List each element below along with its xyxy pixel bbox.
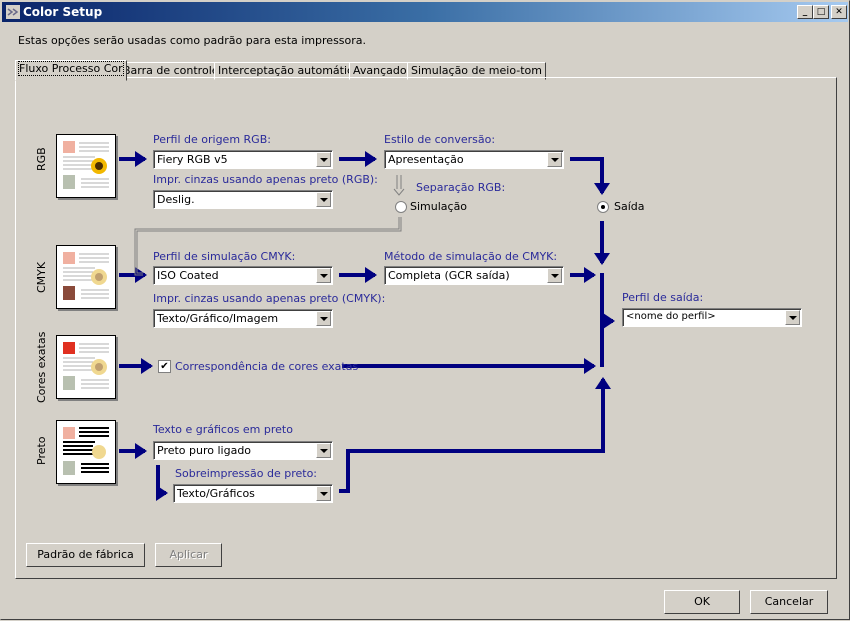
chevron-down-icon[interactable] <box>316 443 331 458</box>
color-setup-window: Color Setup _ □ ✕ Estas opções serão usa… <box>0 0 850 620</box>
rgb-gray-black-select[interactable]: Deslig. <box>153 190 333 209</box>
black-text-graphics-select[interactable]: Preto puro ligado <box>153 441 333 460</box>
rgb-document-thumbnail <box>56 134 116 198</box>
chevron-down-icon[interactable] <box>547 152 562 167</box>
rgb-separation-label: Separação RGB: <box>416 181 506 194</box>
rgb-document-icon <box>63 141 109 189</box>
radio-simulation[interactable] <box>395 201 407 213</box>
output-profile-select[interactable]: <nome do perfil> <box>622 308 802 327</box>
chevron-down-icon[interactable] <box>785 310 800 325</box>
rendering-style-label: Estilo de conversão: <box>384 133 496 146</box>
chevron-down-icon[interactable] <box>547 268 562 283</box>
row-label-cores-exatas: Cores exatas <box>35 331 48 403</box>
cmyk-gray-black-label: Impr. cinzas usando apenas preto (CMYK): <box>153 292 386 305</box>
spot-document-icon <box>63 342 109 390</box>
checkmark-icon: ✔ <box>160 361 169 372</box>
ok-button[interactable]: OK <box>664 590 740 614</box>
chevron-down-icon[interactable] <box>316 486 331 501</box>
cancel-button[interactable]: Cancelar <box>750 590 828 614</box>
arrow-text-to-overprint <box>156 465 168 501</box>
chevron-down-icon[interactable] <box>316 268 331 283</box>
factory-default-button[interactable]: Padrão de fábrica <box>26 543 145 567</box>
row-label-preto: Preto <box>35 436 48 465</box>
rendering-style-select[interactable]: Apresentação <box>384 150 564 169</box>
radio-output-label: Saída <box>614 200 645 213</box>
spot-matching-checkbox[interactable]: ✔ <box>158 360 171 373</box>
black-text-graphics-label: Texto e gráficos em preto <box>153 423 293 436</box>
row-label-cmyk: CMYK <box>35 261 48 293</box>
separation-down-arrow <box>393 175 405 196</box>
cmyk-simulation-method-select[interactable]: Completa (GCR saída) <box>384 266 564 285</box>
cmyk-gray-black-select[interactable]: Texto/Gráfico/Imagem <box>153 309 333 328</box>
radio-simulation-label: Simulação <box>410 200 468 213</box>
black-document-thumbnail <box>56 420 116 484</box>
arrow-overprint-to-bus <box>339 377 611 493</box>
spot-document-thumbnail <box>56 335 116 399</box>
radio-output[interactable] <box>597 201 609 213</box>
arrow-rendering-to-output <box>570 157 610 195</box>
black-overprint-label: Sobreimpressão de preto: <box>175 467 318 480</box>
tab-fluxo-processo-cor[interactable]: Fluxo Processo Cor <box>15 60 127 81</box>
chevron-down-icon[interactable] <box>316 192 331 207</box>
black-document-icon <box>63 427 109 475</box>
black-overprint-select[interactable]: Texto/Gráficos <box>173 484 333 503</box>
apply-button[interactable]: Aplicar <box>155 543 222 567</box>
rgb-gray-black-label: Impr. cinzas usando apenas preto (RGB): <box>153 173 378 186</box>
cmyk-document-thumbnail <box>56 245 116 309</box>
row-label-rgb: RGB <box>35 147 48 171</box>
chevron-down-icon[interactable] <box>316 311 331 326</box>
spot-matching-label[interactable]: Correspondência de cores exatas <box>175 360 358 373</box>
cmyk-simulation-profile-select[interactable]: ISO Coated <box>153 266 333 285</box>
cmyk-simulation-method-label: Método de simulação de CMYK: <box>384 250 558 263</box>
rgb-source-profile-label: Perfil de origem RGB: <box>153 133 271 146</box>
chevron-down-icon[interactable] <box>316 152 331 167</box>
rgb-source-profile-select[interactable]: Fiery RGB v5 <box>153 150 333 169</box>
output-profile-label: Perfil de saída: <box>622 291 704 304</box>
cmyk-document-icon <box>63 252 109 300</box>
cmyk-simulation-profile-label: Perfil de simulação CMYK: <box>153 250 296 263</box>
